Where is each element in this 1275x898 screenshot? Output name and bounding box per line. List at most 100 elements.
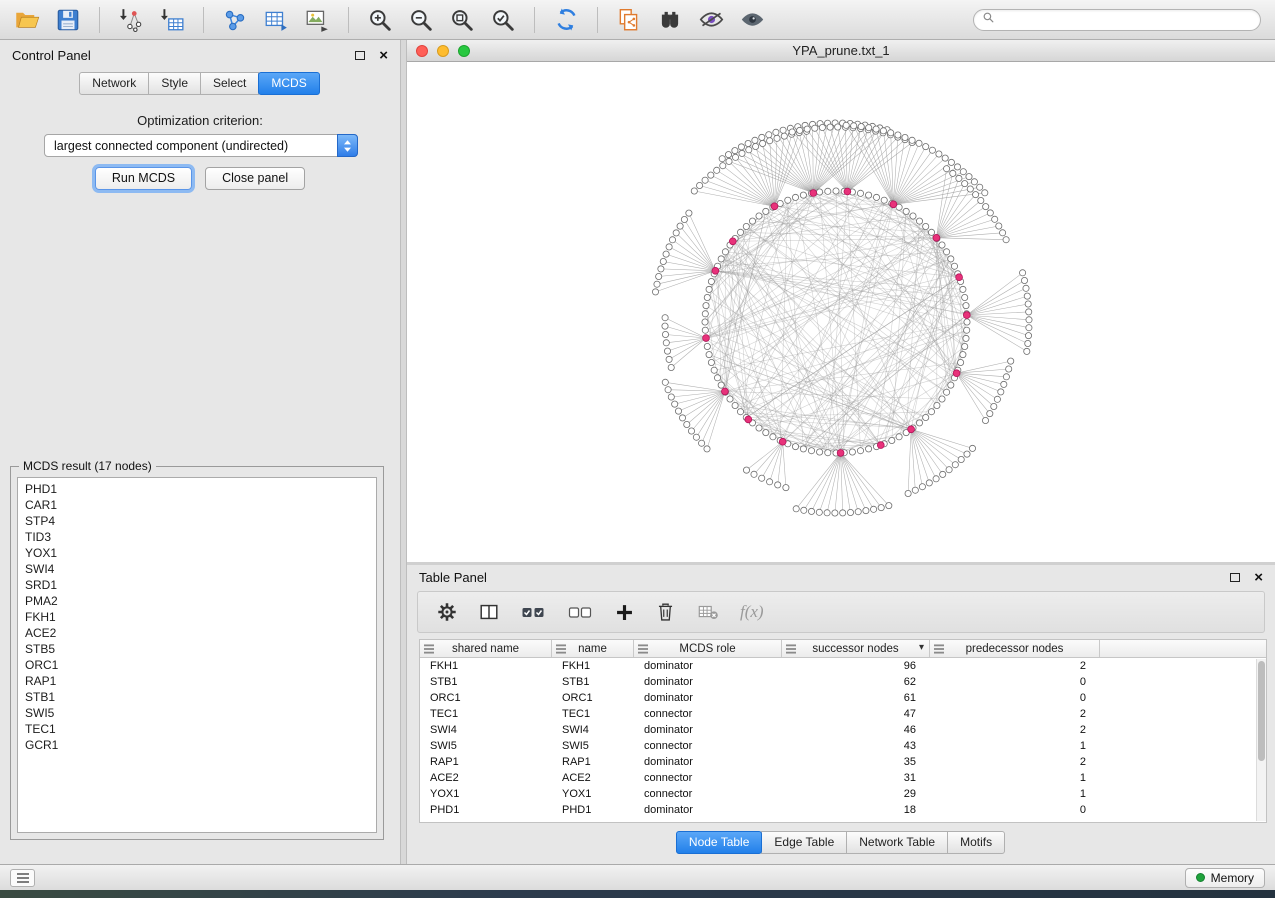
delete-column-icon[interactable]	[655, 602, 676, 623]
float-table-panel-icon[interactable]	[1230, 573, 1240, 582]
table-row[interactable]: STB1STB1dominator620	[420, 674, 1266, 690]
table-cell: connector	[634, 770, 782, 786]
tab-edge-table[interactable]: Edge Table	[761, 831, 847, 854]
table-cell: dominator	[634, 802, 782, 818]
zoom-in-icon[interactable]	[365, 5, 395, 35]
tab-motifs[interactable]: Motifs	[947, 831, 1005, 854]
mcds-result-node[interactable]: RAP1	[25, 673, 376, 689]
column-header-successor-nodes[interactable]: successor nodes▾	[782, 640, 930, 657]
table-cell: FKH1	[552, 658, 634, 674]
mcds-result-node[interactable]: SWI5	[25, 705, 376, 721]
table-row[interactable]: SWI5SWI5connector431	[420, 738, 1266, 754]
import-table-icon[interactable]	[157, 5, 187, 35]
tab-network-table[interactable]: Network Table	[846, 831, 948, 854]
mcds-result-node[interactable]: YOX1	[25, 545, 376, 561]
memory-label: Memory	[1211, 871, 1254, 885]
column-header-name[interactable]: name	[552, 640, 634, 657]
mcds-result-node[interactable]: GCR1	[25, 737, 376, 753]
tab-mcds[interactable]: MCDS	[258, 72, 319, 95]
mcds-result-node[interactable]: STB1	[25, 689, 376, 705]
mcds-result-node[interactable]: ORC1	[25, 657, 376, 673]
mcds-result-node[interactable]: TEC1	[25, 721, 376, 737]
clone-network-icon[interactable]	[614, 5, 644, 35]
column-header-predecessor-nodes[interactable]: predecessor nodes	[930, 640, 1100, 657]
table-settings-icon[interactable]	[436, 601, 458, 623]
table-scrollbar[interactable]	[1256, 659, 1266, 821]
zoom-selected-icon[interactable]	[488, 5, 518, 35]
function-builder-icon: f(x)	[740, 602, 764, 622]
close-panel-icon[interactable]: ×	[379, 48, 388, 63]
mcds-result-node[interactable]: SWI4	[25, 561, 376, 577]
import-network-icon[interactable]	[116, 5, 146, 35]
split-panel-icon[interactable]	[478, 601, 500, 623]
export-image-icon[interactable]	[302, 5, 332, 35]
float-panel-icon[interactable]	[355, 51, 365, 60]
mcds-result-node[interactable]: PHD1	[25, 481, 376, 497]
zoom-fit-icon[interactable]	[447, 5, 477, 35]
table-cell: SWI4	[552, 722, 634, 738]
search-input[interactable]	[1000, 11, 1260, 29]
table-row[interactable]: SWI4SWI4dominator462	[420, 722, 1266, 738]
add-column-icon[interactable]	[614, 602, 635, 623]
tab-select[interactable]: Select	[200, 72, 259, 95]
search-box[interactable]	[973, 9, 1261, 31]
mcds-buttons-row: Run MCDS Close panel	[0, 167, 400, 190]
column-type-icon	[424, 644, 434, 657]
table-cell: SWI5	[552, 738, 634, 754]
table-cell: 31	[782, 770, 930, 786]
zoom-out-icon[interactable]	[406, 5, 436, 35]
mcds-result-node[interactable]: FKH1	[25, 609, 376, 625]
network-panel: YPA_prune.txt_1	[407, 40, 1275, 562]
mcds-result-node[interactable]: PMA2	[25, 593, 376, 609]
run-mcds-button[interactable]: Run MCDS	[95, 167, 192, 190]
table-cell: 2	[930, 754, 1100, 770]
find-icon[interactable]	[655, 5, 685, 35]
table-cell: connector	[634, 786, 782, 802]
show-graphics-icon[interactable]	[737, 5, 767, 35]
mcds-result-node[interactable]: ACE2	[25, 625, 376, 641]
new-network-icon[interactable]	[220, 5, 250, 35]
column-header-mcds-role[interactable]: MCDS role	[634, 640, 782, 657]
toolbar-separator	[99, 7, 100, 33]
mcds-result-node[interactable]: STB5	[25, 641, 376, 657]
new-table-icon[interactable]	[261, 5, 291, 35]
scrollbar-thumb[interactable]	[1258, 661, 1265, 761]
table-row[interactable]: YOX1YOX1connector291	[420, 786, 1266, 802]
table-row[interactable]: FKH1FKH1dominator962	[420, 658, 1266, 674]
table-row[interactable]: PHD1PHD1dominator180	[420, 802, 1266, 818]
control-panel-header: Control Panel ×	[0, 40, 400, 70]
open-session-icon[interactable]	[12, 5, 42, 35]
unselect-all-icon[interactable]	[567, 601, 594, 623]
table-cell: 46	[782, 722, 930, 738]
mcds-result-node[interactable]: SRD1	[25, 577, 376, 593]
refresh-layout-icon[interactable]	[551, 5, 581, 35]
mcds-result-list[interactable]: PHD1CAR1STP4TID3YOX1SWI4SRD1PMA2FKH1ACE2…	[17, 477, 377, 833]
mcds-result-node[interactable]: STP4	[25, 513, 376, 529]
column-header-shared-name[interactable]: shared name	[420, 640, 552, 657]
table-row[interactable]: ORC1ORC1dominator610	[420, 690, 1266, 706]
mcds-result-node[interactable]: TID3	[25, 529, 376, 545]
table-row[interactable]: RAP1RAP1dominator352	[420, 754, 1266, 770]
network-window-titlebar[interactable]: YPA_prune.txt_1	[407, 40, 1275, 62]
save-session-icon[interactable]	[53, 5, 83, 35]
network-canvas[interactable]	[407, 62, 1275, 562]
memory-button[interactable]: Memory	[1185, 868, 1265, 888]
table-cell: SWI4	[420, 722, 552, 738]
table-row[interactable]: ACE2ACE2connector311	[420, 770, 1266, 786]
panel-menu-icon[interactable]	[10, 869, 35, 887]
close-table-panel-icon[interactable]: ×	[1254, 570, 1263, 585]
sort-arrow-icon[interactable]: ▾	[919, 642, 924, 653]
mcds-result-node[interactable]: CAR1	[25, 497, 376, 513]
vertical-splitter[interactable]	[400, 40, 407, 864]
select-all-icon[interactable]	[520, 601, 547, 623]
desktop-edge	[0, 890, 1275, 898]
tab-network[interactable]: Network	[79, 72, 149, 95]
column-type-icon	[638, 644, 648, 657]
table-row[interactable]: TEC1TEC1connector472	[420, 706, 1266, 722]
criterion-select[interactable]: largest connected component (undirected)	[44, 134, 358, 157]
tab-style[interactable]: Style	[148, 72, 201, 95]
style-eye-icon[interactable]	[696, 5, 726, 35]
close-panel-button[interactable]: Close panel	[205, 167, 305, 190]
table-cell: STB1	[420, 674, 552, 690]
tab-node-table[interactable]: Node Table	[676, 831, 763, 854]
